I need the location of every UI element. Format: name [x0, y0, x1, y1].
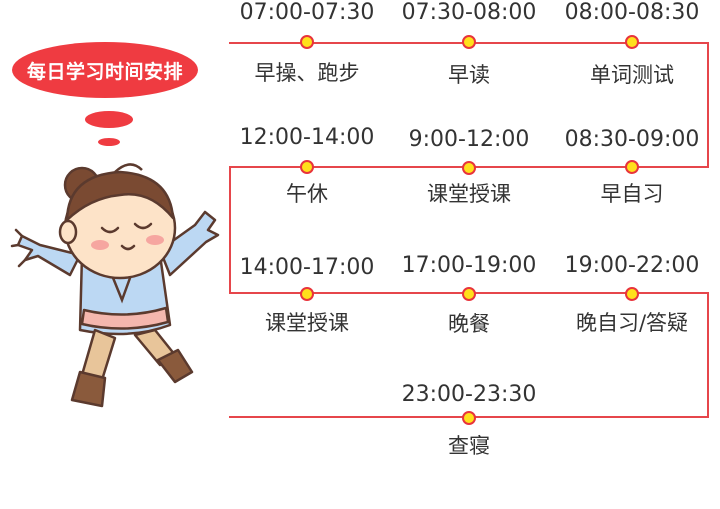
schedule-time: 14:00-17:00 — [239, 255, 375, 280]
timeline-node — [625, 287, 639, 301]
schedule-activity: 查寝 — [448, 434, 490, 458]
schedule-time: 23:00-23:30 — [401, 382, 537, 407]
schedule-activity: 早操、跑步 — [254, 61, 360, 85]
schedule-time: 17:00-19:00 — [401, 253, 537, 278]
schedule-activity: 课堂授课 — [265, 311, 349, 335]
timeline-node — [462, 35, 476, 49]
schedule-activity: 晚自习/答疑 — [575, 311, 689, 335]
schedule-time: 19:00-22:00 — [564, 253, 700, 278]
timeline-node — [300, 35, 314, 49]
cartoon-student-character-icon — [10, 163, 220, 408]
timeline-node — [625, 160, 639, 174]
page-title: 每日学习时间安排 — [26, 60, 183, 83]
schedule-time: 9:00-12:00 — [408, 127, 530, 152]
schedule-activity: 午休 — [286, 182, 328, 206]
thought-bubble-dot-small — [98, 138, 120, 146]
timeline-node — [300, 160, 314, 174]
timeline-node — [462, 287, 476, 301]
schedule-activity: 单词测试 — [590, 63, 674, 87]
schedule-activity: 晚餐 — [448, 312, 490, 336]
timeline-node — [300, 287, 314, 301]
schedule-time: 12:00-14:00 — [239, 125, 375, 150]
schedule-activity: 早自习 — [600, 182, 664, 206]
schedule-time: 07:00-07:30 — [239, 0, 375, 25]
title-bubble: 每日学习时间安排 — [12, 42, 198, 98]
thought-bubble-dot-large — [85, 111, 133, 128]
schedule-time: 08:30-09:00 — [564, 127, 700, 152]
timeline-connector-right-2 — [707, 292, 709, 418]
schedule-activity: 课堂授课 — [427, 182, 511, 206]
schedule-activity: 早读 — [448, 63, 490, 87]
timeline-node — [462, 411, 476, 425]
timeline-node — [462, 161, 476, 175]
schedule-time: 08:00-08:30 — [564, 0, 700, 25]
schedule-time: 07:30-08:00 — [401, 0, 537, 25]
timeline-node — [625, 35, 639, 49]
